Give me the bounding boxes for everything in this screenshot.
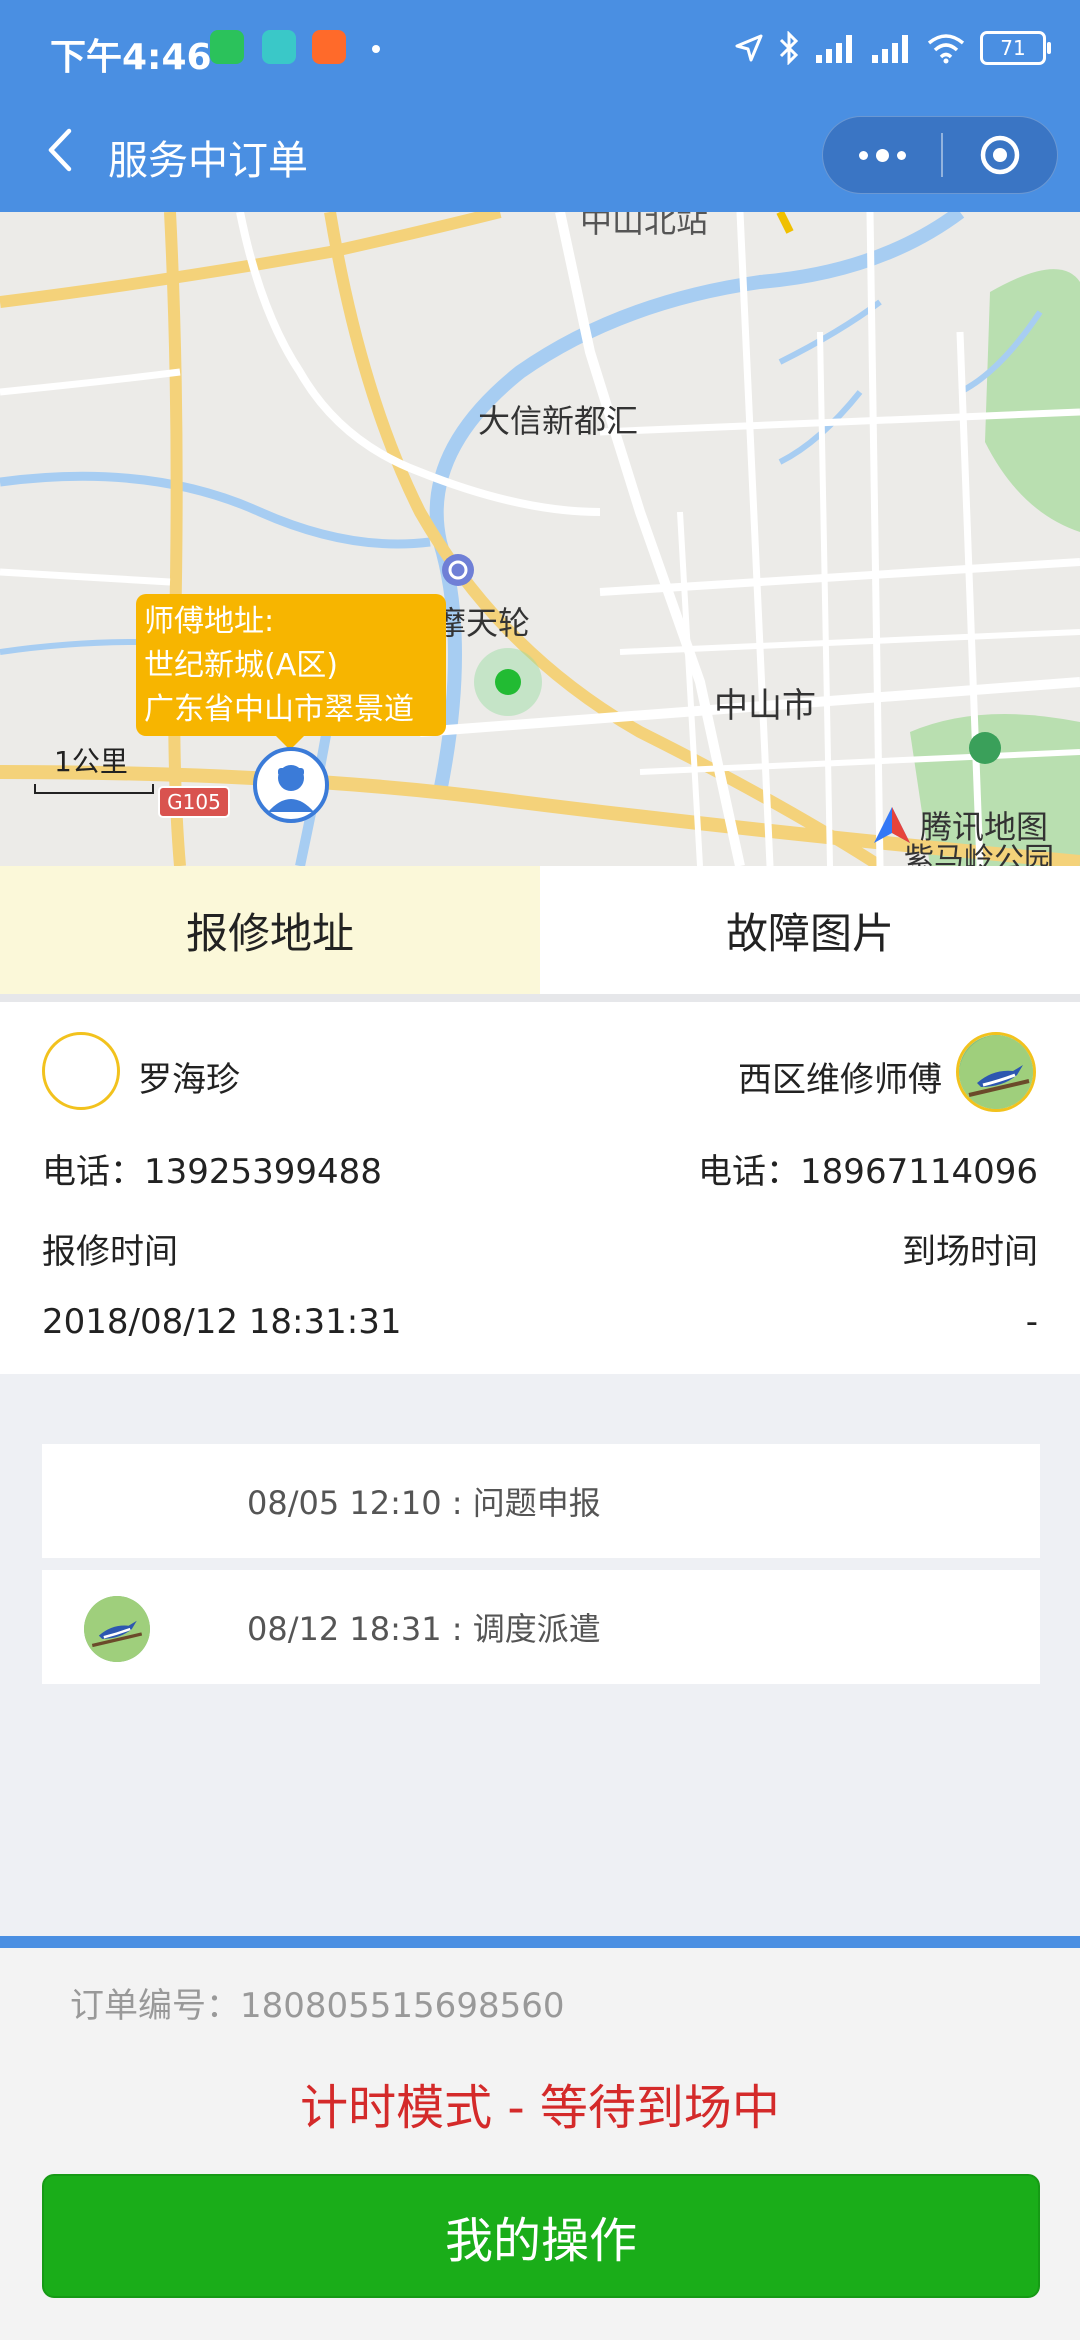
repair-time-value: 2018/08/12 18:31:31 [42, 1302, 402, 1342]
tab-fault-images[interactable]: 故障图片 [540, 866, 1080, 994]
info-window-line-2: 世纪新城(A区) [144, 648, 338, 683]
map-label-ferris-wheel: 摩天轮 [434, 604, 531, 642]
info-window-line-3: 广东省中山市翠景道 [144, 692, 414, 727]
miniprogram-capsule [822, 116, 1058, 194]
timeline-avatar [84, 1596, 150, 1662]
road-badge: G105 [158, 786, 230, 818]
timeline-item: 08/05 12:10 : 问题申报 [42, 1444, 1040, 1558]
bird-avatar-icon [959, 1035, 1033, 1109]
map-label-district: 大信新都汇 [478, 402, 639, 440]
customer-name: 罗海珍 [138, 1060, 240, 1100]
arrival-time-value: - [1025, 1302, 1038, 1342]
status-icons: 71 [734, 26, 1051, 70]
footer-panel: 订单编号：180805515698560 计时模式 - 等待到场中 我的操作 [0, 1948, 1080, 2340]
more-dot [875, 148, 889, 162]
technician-phone-label: 电话： [698, 1152, 801, 1192]
tab-bar: 报修地址 故障图片 [0, 866, 1080, 994]
chevron-left-icon [48, 128, 72, 172]
close-miniprogram-button[interactable] [943, 117, 1057, 193]
info-window-line-1: 师傅地址: [144, 604, 275, 639]
bluetooth-icon [779, 31, 799, 65]
map-provider-logo: 腾讯地图 [870, 802, 1048, 848]
order-info-card: 罗海珍 西区维修师傅 电话：13925399488 电话：18967114096… [0, 1002, 1080, 1374]
more-button[interactable] [823, 117, 941, 193]
map-scale-label: 1公里 [54, 745, 128, 778]
map-view[interactable]: 中山北站 大信新都汇 摩天轮 中山市 紫马岭公园 师傅地址: 世纪新城(A区) … [0, 212, 1080, 866]
tab-repair-address[interactable]: 报修地址 [0, 866, 540, 994]
technician-marker-icon[interactable] [252, 746, 330, 824]
order-status-message: 计时模式 - 等待到场中 [300, 2080, 780, 2136]
technician-phone-row: 电话：18967114096 [698, 1144, 1038, 1193]
page-title: 服务中订单 [108, 138, 308, 184]
technician-avatar [956, 1032, 1036, 1112]
battery-level: 71 [1000, 36, 1026, 60]
map-label-city: 中山市 [714, 686, 816, 726]
timeline-text: 08/05 12:10 : 问题申报 [247, 1484, 601, 1522]
signal-icon [816, 35, 852, 63]
order-number-label: 订单编号： [70, 1986, 240, 2026]
footer-accent-line [0, 1936, 1080, 1948]
tencent-map-icon [874, 807, 910, 843]
technician-phone[interactable]: 18967114096 [800, 1152, 1038, 1192]
customer-phone-row: 电话：13925399488 [42, 1144, 382, 1193]
order-number: 180805515698560 [240, 1986, 565, 2026]
map-roads [0, 212, 1080, 866]
bird-avatar-icon [84, 1596, 150, 1662]
location-arrow-icon [735, 34, 763, 62]
battery-icon: 71 [980, 31, 1051, 65]
divider [0, 994, 1080, 1002]
technician-info-window[interactable]: 师傅地址: 世纪新城(A区) 广东省中山市翠景道 [136, 594, 446, 750]
customer-avatar [42, 1032, 120, 1110]
order-number-row: 订单编号：180805515698560 [70, 1978, 564, 2027]
signal-icon-2 [872, 35, 908, 63]
more-dot [896, 150, 906, 160]
target-circle-icon [980, 135, 1020, 175]
customer-phone-label: 电话： [42, 1152, 144, 1192]
more-dot [858, 150, 868, 160]
customer-phone[interactable]: 13925399488 [144, 1152, 382, 1192]
technician-name: 西区维修师傅 [738, 1060, 942, 1100]
status-time: 下午4:46 [50, 37, 212, 78]
mi-icon [312, 30, 346, 64]
map-label-north-station: 中山北站 [580, 212, 709, 240]
wechat-icon [210, 30, 244, 64]
repair-time-label: 报修时间 [42, 1232, 178, 1272]
timeline-text: 08/12 18:31 : 调度派遣 [247, 1610, 601, 1648]
map-scale-bar [34, 784, 154, 794]
timeline-item: 08/12 18:31 : 调度派遣 [42, 1570, 1040, 1684]
notification-dot [372, 45, 380, 53]
map-provider-name: 腾讯地图 [920, 808, 1049, 846]
send-icon [262, 30, 296, 64]
back-button[interactable] [30, 120, 90, 180]
wifi-icon [927, 34, 965, 64]
arrival-time-label: 到场时间 [902, 1232, 1038, 1272]
my-actions-button[interactable]: 我的操作 [42, 2174, 1040, 2298]
